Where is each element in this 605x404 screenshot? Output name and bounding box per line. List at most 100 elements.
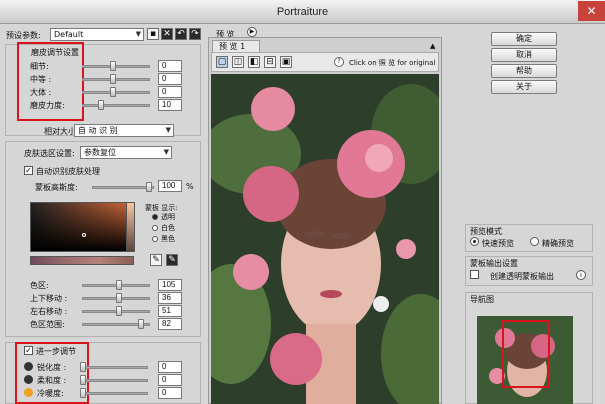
split-vertical-icon[interactable]: ◫	[232, 56, 244, 68]
warmth-icon	[24, 388, 33, 397]
mask-slider-thumb[interactable]	[116, 293, 123, 303]
display-white-label: 白色	[161, 224, 175, 232]
preview-hint: Click on 照 览 for original	[349, 59, 436, 67]
color-picker-cursor[interactable]	[82, 233, 86, 237]
smoothing-field[interactable]: 0	[158, 73, 182, 85]
display-black-label: 黑色	[161, 235, 175, 243]
eyedropper-minus-icon[interactable]: ✎	[166, 254, 178, 266]
window-title: Portraiture	[276, 6, 329, 18]
smoothing-slider-thumb[interactable]	[109, 61, 116, 71]
smoothing-label: 大体 :	[30, 88, 52, 97]
smoothing-slider-thumb[interactable]	[109, 87, 116, 97]
info-icon[interactable]: i	[576, 270, 586, 280]
blur-slider[interactable]	[92, 186, 154, 189]
output-title: 蒙板输出设置	[470, 259, 518, 268]
sharpen-icon	[24, 362, 33, 371]
ok-button[interactable]: 确定	[491, 32, 557, 46]
smoothing-slider[interactable]	[82, 104, 150, 107]
enhance-checkbox[interactable]: ✓	[24, 346, 33, 355]
hue-strip[interactable]	[126, 202, 135, 252]
mask-value: 参数复位	[84, 148, 116, 157]
enhance-label: 锐化度 :	[37, 363, 67, 372]
auto-skin-checkbox[interactable]: ✓	[24, 166, 33, 175]
navigator-viewport[interactable]	[502, 320, 550, 388]
mask-select[interactable]: 参数复位 ▼	[80, 146, 172, 159]
smoothing-field[interactable]: 0	[158, 86, 182, 98]
enhance-slider[interactable]	[80, 392, 148, 395]
help-button[interactable]: 帮助	[491, 64, 557, 78]
fast-preview-label: 快速预览	[482, 239, 514, 248]
mask-slider-thumb[interactable]	[137, 319, 144, 329]
smoothing-label: 磨皮力度:	[30, 101, 65, 110]
size-value: 自 动 识 别	[78, 126, 118, 135]
enhance-field[interactable]: 0	[158, 361, 182, 373]
blur-label: 蒙板高斯度:	[35, 183, 78, 192]
mask-field[interactable]: 82	[158, 318, 182, 330]
color-range-bar[interactable]	[30, 256, 134, 265]
undo-icon[interactable]: ↶	[175, 28, 187, 40]
cancel-button[interactable]: 取消	[491, 48, 557, 62]
soften-icon	[24, 375, 33, 384]
mask-field[interactable]: 51	[158, 305, 182, 317]
enhance-field[interactable]: 0	[158, 387, 182, 399]
mask-slider-thumb[interactable]	[116, 306, 123, 316]
multi-view-icon[interactable]: ▣	[280, 56, 292, 68]
preset-value: Default	[54, 30, 84, 39]
fast-preview-radio[interactable]	[470, 237, 479, 246]
smoothing-field[interactable]: 10	[158, 99, 182, 111]
save-preset-icon[interactable]: ▪	[147, 28, 159, 40]
tab-preview-1[interactable]: 预 览 1	[212, 40, 260, 52]
smoothing-slider-thumb[interactable]	[109, 74, 116, 84]
preview-image[interactable]	[211, 74, 439, 404]
mask-slider-thumb[interactable]	[116, 280, 123, 290]
blur-unit: %	[186, 182, 194, 191]
accurate-preview-radio[interactable]	[530, 237, 539, 246]
split-side-icon[interactable]: ◧	[248, 56, 260, 68]
navigator-title: 导航图	[470, 295, 494, 304]
play-icon[interactable]: ▶	[247, 27, 257, 37]
transparent-mask-checkbox[interactable]	[470, 270, 479, 279]
close-button[interactable]: ✕	[578, 1, 605, 21]
enhance-slider-thumb[interactable]	[80, 375, 86, 385]
mask-label: 色区范围:	[30, 320, 65, 329]
eyedropper-icon[interactable]: ✎	[150, 254, 162, 266]
mask-field[interactable]: 105	[158, 279, 182, 291]
smoothing-slider-thumb[interactable]	[97, 100, 104, 110]
enhance-slider-thumb[interactable]	[80, 388, 86, 398]
blur-field[interactable]: 100	[158, 180, 182, 192]
delete-preset-icon[interactable]: ✕	[161, 28, 173, 40]
enhance-slider[interactable]	[80, 379, 148, 382]
mask-label: 左右移动 :	[30, 307, 68, 316]
help-icon[interactable]: ?	[334, 57, 344, 67]
smoothing-slider[interactable]	[82, 65, 150, 68]
enhance-field[interactable]: 0	[158, 374, 182, 386]
chevron-up-icon[interactable]: ▲	[430, 42, 435, 50]
chevron-down-icon: ▼	[135, 30, 141, 38]
size-select[interactable]: 自 动 识 别 ▼	[74, 124, 174, 137]
preset-label: 预设参数:	[6, 31, 41, 40]
portrait-photo	[211, 74, 439, 404]
display-transparent-radio[interactable]	[152, 214, 158, 220]
mask-field[interactable]: 36	[158, 292, 182, 304]
preset-select[interactable]: Default ▼	[50, 28, 144, 41]
enhance-slider-thumb[interactable]	[80, 362, 86, 372]
split-horizontal-icon[interactable]: ⊟	[264, 56, 276, 68]
display-white-radio[interactable]	[152, 225, 158, 231]
enhance-label: 冷暖度:	[37, 389, 64, 398]
color-picker[interactable]	[30, 202, 134, 252]
blur-slider-thumb[interactable]	[146, 182, 152, 192]
accurate-preview-label: 精确预览	[542, 239, 574, 248]
smoothing-field[interactable]: 0	[158, 60, 182, 72]
display-black-radio[interactable]	[152, 236, 158, 242]
redo-icon[interactable]: ↷	[189, 28, 201, 40]
preview-mode-title: 预览模式	[470, 227, 502, 236]
chevron-down-icon: ▼	[163, 148, 169, 156]
display-transparent-label: 透明	[161, 213, 175, 221]
about-button[interactable]: 关于	[491, 80, 557, 94]
smoothing-slider[interactable]	[82, 78, 150, 81]
enhance-slider[interactable]	[80, 366, 148, 369]
single-view-icon[interactable]: ▢	[216, 56, 228, 68]
enhance-title: 进一步调节	[36, 347, 76, 356]
smoothing-slider[interactable]	[82, 91, 150, 94]
tab-preview-1-label: 预 览 1	[219, 42, 246, 51]
